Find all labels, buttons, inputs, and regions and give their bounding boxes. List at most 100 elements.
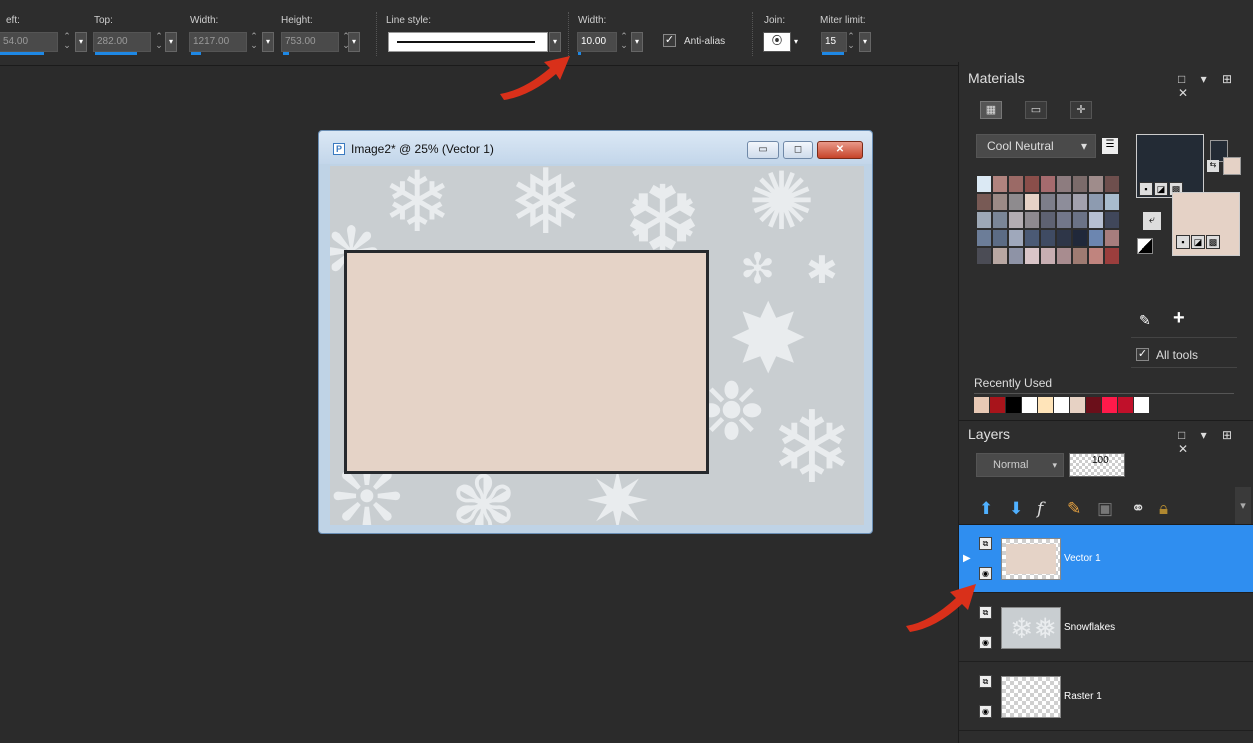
palette-swatch[interactable] [1104,229,1120,247]
palette-swatch[interactable] [1088,247,1104,265]
line-style-select[interactable] [388,32,548,52]
palette-swatch[interactable] [1024,193,1040,211]
swatches-tab-icon[interactable]: ▦ [980,101,1002,119]
lock-icon[interactable]: 🔒︎ [1159,499,1168,519]
image-window[interactable]: P Image2* @ 25% (Vector 1) ▭ ◻ ✕ ❄ ❅ ❆ ✺… [318,130,873,534]
recent-color-swatch[interactable] [990,397,1006,413]
all-tools-checkbox[interactable]: ✓ [1136,348,1149,361]
paintbrush-icon[interactable]: ✎ [1067,499,1081,519]
new-vector-layer-icon[interactable]: ⬇ [1009,499,1023,519]
stroke-width-spinner[interactable]: ⌃ ⌄ [617,32,631,52]
palette-swatch[interactable] [1104,247,1120,265]
add-swatch-icon[interactable]: + [1173,307,1185,330]
palette-swatch[interactable] [1040,211,1056,229]
palette-swatch[interactable] [976,229,992,247]
layer-row[interactable]: ⧉ ◉ ❄❅ Snowflakes [959,594,1253,662]
restore-button[interactable]: ◻ [783,141,813,159]
eyedropper-icon[interactable]: ✎ [1139,312,1151,329]
recent-color-swatch[interactable] [1070,397,1086,413]
palette-swatch[interactable] [1104,175,1120,193]
palette-swatch[interactable] [1040,247,1056,265]
palette-swatch[interactable] [1104,211,1120,229]
swap-small-icon[interactable]: ⇆ [1207,160,1219,172]
top-spinner[interactable]: ⌃ ⌄ [152,32,166,52]
palette-options-icon[interactable]: ☰ [1102,138,1118,154]
recent-color-swatch[interactable] [1118,397,1134,413]
palette-swatch[interactable] [1088,175,1104,193]
palette-swatch[interactable] [1040,229,1056,247]
minimize-button[interactable]: ▭ [747,141,779,159]
palette-swatch[interactable] [1024,247,1040,265]
stroke-width-field[interactable]: 10.00 [577,32,617,52]
width-spinner[interactable]: ⌃ ⌄ [247,32,261,52]
palette-swatch[interactable] [1088,193,1104,211]
palette-swatch[interactable] [1008,247,1024,265]
recent-color-swatch[interactable] [1038,397,1054,413]
vector-rectangle[interactable] [344,250,709,474]
palette-swatch[interactable] [1024,211,1040,229]
join-dropdown-icon[interactable]: ▾ [794,37,798,46]
close-button[interactable]: ✕ [817,141,863,159]
layer-effects-icon[interactable]: f [1037,499,1043,519]
join-style-icon[interactable]: ⦿ [763,32,791,52]
expand-triangle-icon[interactable]: ▶ [963,553,971,564]
palette-swatch[interactable] [992,247,1008,265]
background-small-swatch[interactable] [1223,157,1241,175]
palette-swatch[interactable] [1072,229,1088,247]
visibility-eye-icon[interactable]: ◉ [979,636,992,649]
height-dropdown[interactable]: ▾ [348,32,360,52]
top-field[interactable]: 282.00 [93,32,151,52]
color-picker-tab-icon[interactable]: ✛ [1070,101,1092,119]
palette-swatch[interactable] [1008,229,1024,247]
palette-swatch[interactable] [1072,193,1088,211]
left-field[interactable]: 54.00 [0,32,58,52]
visibility-eye-icon[interactable]: ◉ [979,705,992,718]
palette-swatch[interactable] [1056,247,1072,265]
palette-swatch[interactable] [1088,211,1104,229]
left-spinner[interactable]: ⌃ ⌄ [60,32,74,52]
link-icon[interactable]: ⚭ [1131,499,1145,519]
palette-swatch[interactable] [1024,175,1040,193]
reset-colors-icon[interactable] [1137,238,1153,254]
height-field[interactable]: 753.00 [281,32,339,52]
palette-swatch[interactable] [992,211,1008,229]
palette-swatch[interactable] [992,175,1008,193]
stroke-width-dropdown[interactable]: ▾ [631,32,643,52]
mask-icon[interactable]: ▣ [1097,499,1113,519]
left-dropdown[interactable]: ▾ [75,32,87,52]
image-canvas[interactable]: ❄ ❅ ❆ ✺ ✻ ✱ ✸ ❄ ❉ ❋ ❊ ❃ ✷ [330,166,864,525]
swap-colors-icon[interactable]: ⤶ [1143,212,1161,230]
line-style-dropdown[interactable]: ▾ [549,32,561,52]
palette-swatch[interactable] [976,193,992,211]
palette-swatch[interactable] [976,211,992,229]
layer-toolbar-more[interactable]: ▾ [1235,487,1251,525]
width-field[interactable]: 1217.00 [189,32,247,52]
recent-color-swatch[interactable] [1054,397,1070,413]
recent-color-swatch[interactable] [1086,397,1102,413]
blend-mode-dropdown[interactable]: Normal ▾ [976,453,1064,477]
gradient-tab-icon[interactable]: ▭ [1025,101,1047,119]
materials-panel-controls[interactable]: □ ▾ ⊞ ✕ [1178,72,1253,100]
antialias-checkbox[interactable]: ✓ [663,34,676,47]
palette-swatch[interactable] [1088,229,1104,247]
top-dropdown[interactable]: ▾ [165,32,177,52]
palette-swatch[interactable] [1104,193,1120,211]
palette-swatch[interactable] [1072,247,1088,265]
background-swatch-buttons[interactable]: ▪ ◪ ▩ [1176,235,1221,249]
recent-color-swatch[interactable] [1006,397,1022,413]
recent-color-swatch[interactable] [1102,397,1118,413]
new-raster-layer-icon[interactable]: ⬆ [979,499,993,519]
recent-color-swatch[interactable] [1134,397,1150,413]
visibility-eye-icon[interactable]: ◉ [979,567,992,580]
width-dropdown[interactable]: ▾ [262,32,274,52]
palette-swatch[interactable] [992,229,1008,247]
opacity-field[interactable]: 100 [1069,453,1125,477]
miter-spinner[interactable]: ⌃ ⌄ [844,32,858,52]
recent-colors[interactable] [974,397,1150,413]
palette-swatch[interactable] [1008,211,1024,229]
palette-swatch[interactable] [976,247,992,265]
palette-swatch[interactable] [1056,175,1072,193]
miter-dropdown[interactable]: ▾ [859,32,871,52]
palette-swatch[interactable] [1056,229,1072,247]
palette-swatch[interactable] [992,193,1008,211]
